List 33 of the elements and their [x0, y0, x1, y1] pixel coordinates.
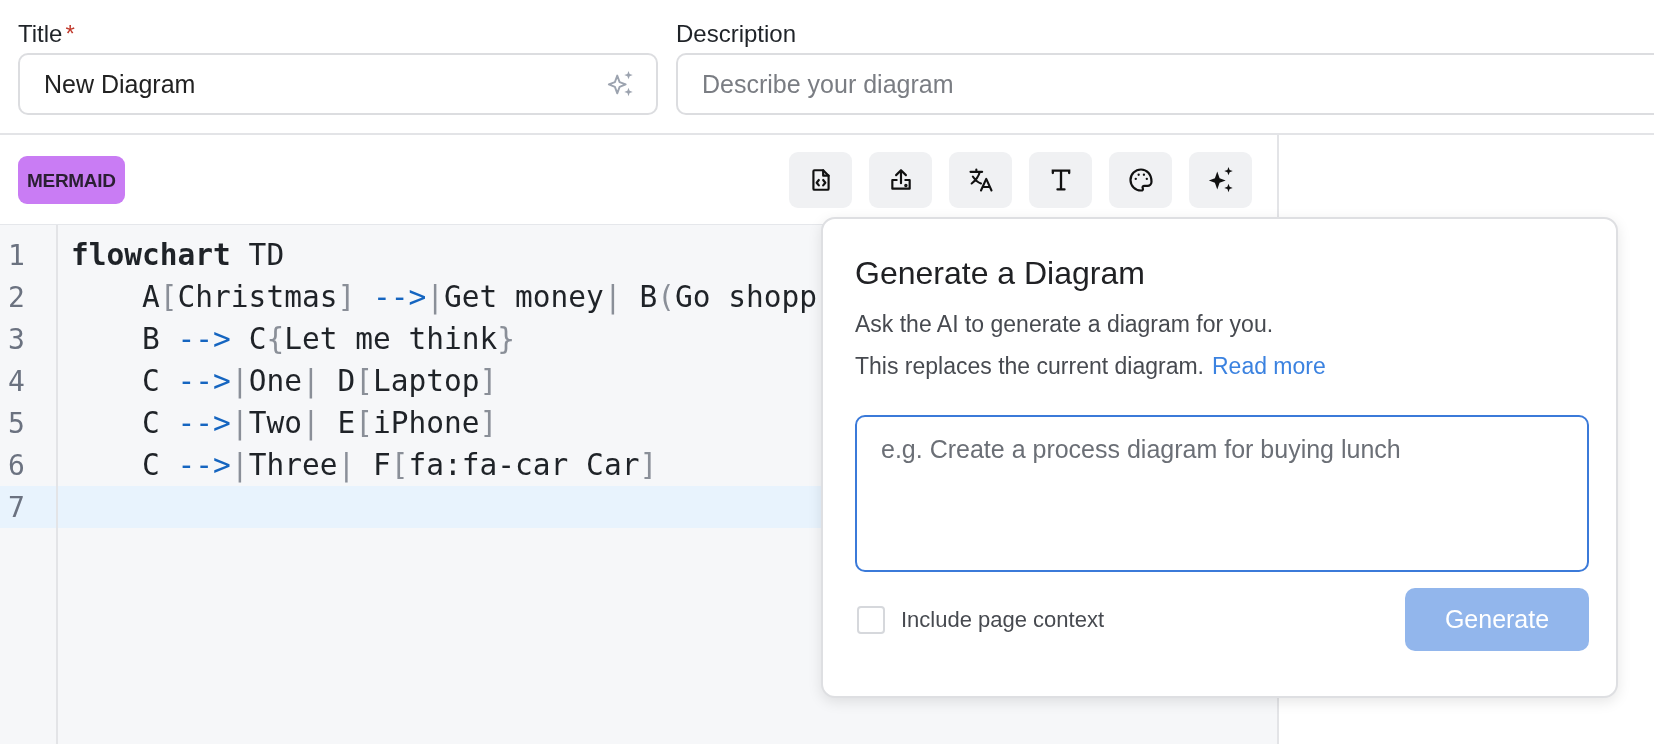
context-label: Include page context: [901, 606, 1105, 633]
context-checkbox[interactable]: [857, 605, 885, 634]
line-number: 1: [8, 238, 25, 272]
popover-description: Ask the AI to generate a diagram for you.: [855, 310, 1275, 339]
translate-button[interactable]: [949, 151, 1012, 208]
line-number: 3: [8, 322, 25, 356]
read-more-link[interactable]: Read more: [1212, 353, 1326, 380]
description-field[interactable]: Describe your diagram: [676, 53, 1654, 115]
code-line: C -->|One| D[Laptop]: [141, 364, 498, 398]
sparkles-button[interactable]: [1189, 151, 1252, 208]
line-number: 7: [8, 490, 25, 524]
text-button[interactable]: [1029, 151, 1092, 208]
line-number: 4: [8, 364, 25, 398]
prompt-field[interactable]: e.g. Create a process diagram for buying lunch: [855, 415, 1589, 572]
code-line: flowchart TD: [71, 238, 285, 272]
code-line: B --> C{Let me think}: [141, 322, 516, 356]
description-label: Description: [676, 19, 797, 49]
language-badge: MERMAID: [18, 155, 125, 204]
palette-icon: [1126, 165, 1155, 194]
upload-button[interactable]: [869, 151, 932, 208]
title-label: Title: [18, 19, 63, 49]
line-number: 2: [8, 280, 25, 314]
line-number: 6: [8, 448, 25, 482]
file-code-button[interactable]: [789, 151, 852, 208]
required-mark: *: [65, 19, 75, 49]
title-field[interactable]: New Diagram: [18, 53, 658, 115]
code-line: C -->|Two| E[iPhone]: [141, 406, 498, 440]
popover-description: This replaces the current diagram.: [855, 352, 1204, 381]
code-line: C -->|Three| F[fa:fa-car Car]: [141, 448, 658, 482]
palette-button[interactable]: [1109, 151, 1172, 208]
line-number: 5: [8, 406, 25, 440]
popover-title: Generate a Diagram: [855, 254, 1146, 293]
code-line: A[Christmas] -->|Get money| B(Go shopp: [141, 280, 818, 314]
